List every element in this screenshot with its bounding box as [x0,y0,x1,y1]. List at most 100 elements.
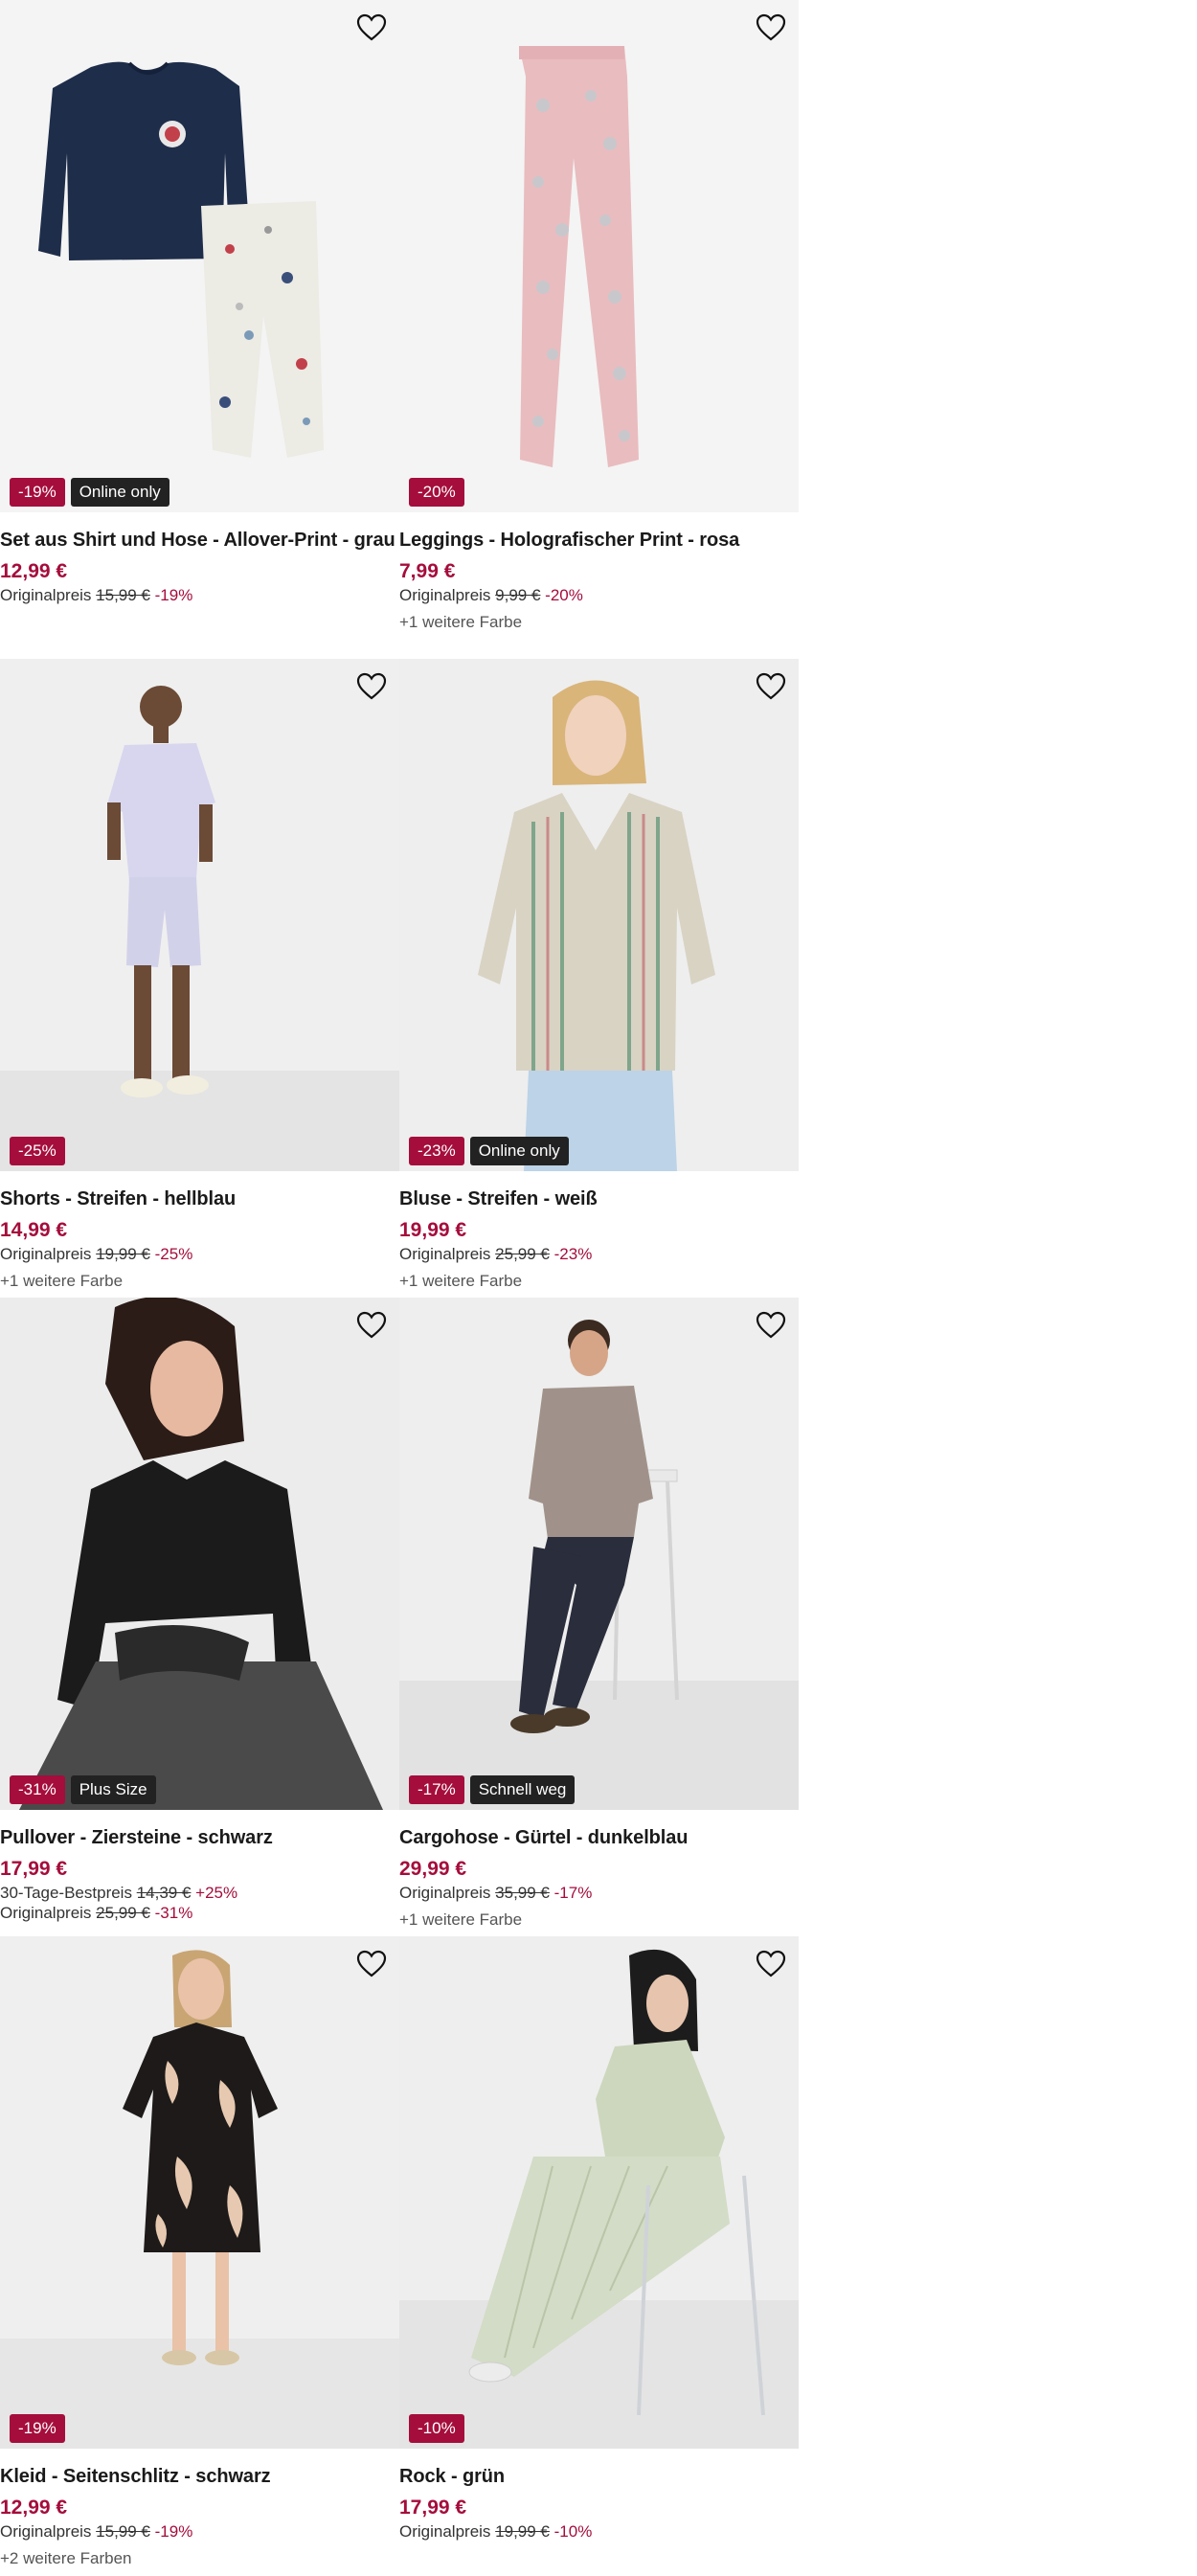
product-price: 17,99 € [399,2497,467,2519]
wishlist-button[interactable] [755,670,787,703]
product-title[interactable]: Leggings - Holografischer Print - rosa [399,530,799,552]
product-card[interactable]: -19% Online only Set aus Shirt und Hose … [0,0,399,605]
product-card[interactable]: -10% Rock - grün 17,99 € Originalpreis 1… [399,1936,799,2542]
more-colors-link[interactable]: +1 weitere Farbe [399,1910,799,1930]
wishlist-button[interactable] [755,1948,787,1980]
price-label: Originalpreis [399,1245,491,1263]
product-price: 12,99 € [0,2497,68,2519]
product-image[interactable]: -23% Online only [399,659,799,1171]
heart-outline-icon [756,672,786,700]
product-card[interactable]: -17% Schnell weg Cargohose - Gürtel - du… [399,1298,799,1930]
old-price: 35,99 € [495,1884,550,1902]
product-image[interactable]: -19% Online only [0,0,399,512]
wishlist-button[interactable] [755,11,787,44]
badge-row: -23% Online only [409,1137,569,1165]
more-colors-link[interactable]: +1 weitere Farbe [399,1272,799,1291]
old-price: 19,99 € [495,2522,550,2541]
product-card[interactable]: -31% Plus Size Pullover - Ziersteine - s… [0,1298,399,1923]
wishlist-button[interactable] [355,11,388,44]
discount-percent: -19% [154,2522,193,2541]
old-price: 19,99 € [96,1245,150,1263]
discount-percent: -17% [553,1884,593,1902]
discount-badge: -19% [10,2414,65,2443]
product-image[interactable]: -17% Schnell weg [399,1298,799,1810]
product-card[interactable]: -25% Shorts - Streifen - hellblau 14,99 … [0,659,399,1291]
online-only-badge: Online only [469,1137,569,1165]
product-image[interactable]: -10% [399,1936,799,2449]
discount-badge: -23% [409,1137,464,1165]
heart-outline-icon [756,13,786,41]
heart-outline-icon [756,1311,786,1339]
badge-row: -19% [10,2414,65,2443]
best-price-line: 30-Tage-Bestpreis 14,39 € +25% [0,1884,399,1903]
more-colors-link[interactable]: +1 weitere Farbe [399,613,799,632]
product-image[interactable]: -20% [399,0,799,512]
discount-badge: -20% [409,478,464,507]
product-image[interactable]: -19% [0,1936,399,2449]
badge-row: -25% [10,1137,65,1165]
product-title[interactable]: Rock - grün [399,2466,799,2488]
price-label: Originalpreis [399,586,491,604]
discount-badge: -10% [409,2414,464,2443]
badge-row: -10% [409,2414,464,2443]
old-price: 25,99 € [495,1245,550,1263]
product-title[interactable]: Shorts - Streifen - hellblau [0,1188,399,1210]
product-photo-leggings [399,0,799,512]
discount-percent: -23% [553,1245,593,1263]
price-label: Originalpreis [0,1904,92,1922]
product-card[interactable]: -23% Online only Bluse - Streifen - weiß… [399,659,799,1291]
product-card[interactable]: -20% Leggings - Holografischer Print - r… [399,0,799,632]
product-price: 19,99 € [399,1219,467,1241]
product-title[interactable]: Cargohose - Gürtel - dunkelblau [399,1827,799,1849]
product-photo-blouse [399,659,799,1171]
product-price: 12,99 € [0,560,68,582]
discount-badge: -19% [10,478,65,507]
discount-badge: -31% [10,1775,65,1804]
product-title[interactable]: Pullover - Ziersteine - schwarz [0,1827,399,1849]
heart-outline-icon [356,1950,387,1977]
old-price: 25,99 € [96,1904,150,1922]
old-price: 9,99 € [495,586,541,604]
product-title[interactable]: Set aus Shirt und Hose - Allover-Print -… [0,530,399,552]
discount-badge: -25% [10,1137,65,1165]
product-card[interactable]: -19% Kleid - Seitenschlitz - schwarz 12,… [0,1936,399,2568]
online-only-badge: Online only [70,478,169,507]
fast-selling-badge: Schnell weg [469,1775,576,1804]
product-price: 29,99 € [399,1858,467,1880]
product-price: 14,99 € [0,1219,68,1241]
product-photo-pullover [0,1298,399,1810]
more-colors-link[interactable]: +1 weitere Farbe [0,1272,399,1291]
original-price-line: Originalpreis 25,99 € -31% [0,1904,399,1923]
product-title[interactable]: Bluse - Streifen - weiß [399,1188,799,1210]
original-price-line: Originalpreis 19,99 € -10% [399,2522,799,2542]
discount-percent: -20% [545,586,583,604]
wishlist-button[interactable] [755,1309,787,1342]
price-label: Originalpreis [0,1245,92,1263]
wishlist-button[interactable] [355,670,388,703]
product-photo-shorts [0,659,399,1171]
old-price: 15,99 € [96,586,150,604]
price-label: 30-Tage-Bestpreis [0,1884,132,1902]
product-title[interactable]: Kleid - Seitenschlitz - schwarz [0,2466,399,2488]
discount-percent: -31% [154,1904,193,1922]
original-price-line: Originalpreis 35,99 € -17% [399,1884,799,1903]
price-label: Originalpreis [0,2522,92,2541]
product-photo-cargo [399,1298,799,1810]
price-label: Originalpreis [399,2522,491,2541]
more-colors-link[interactable]: +2 weitere Farben [0,2549,399,2568]
original-price-line: Originalpreis 9,99 € -20% [399,586,799,605]
badge-row: -17% Schnell weg [409,1775,576,1804]
product-image[interactable]: -25% [0,659,399,1171]
discount-percent: +25% [195,1884,238,1902]
original-price-line: Originalpreis 15,99 € -19% [0,586,399,605]
badge-row: -20% [409,478,464,507]
heart-outline-icon [356,672,387,700]
discount-percent: -19% [154,586,193,604]
wishlist-button[interactable] [355,1948,388,1980]
product-photo-skirt [399,1936,799,2449]
wishlist-button[interactable] [355,1309,388,1342]
product-image[interactable]: -31% Plus Size [0,1298,399,1810]
price-label: Originalpreis [0,586,92,604]
product-photo-set [0,0,399,512]
heart-outline-icon [356,13,387,41]
